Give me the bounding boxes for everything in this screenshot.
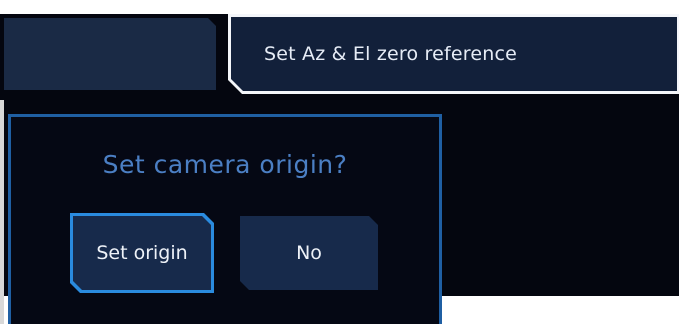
tab-left[interactable] [4,18,216,90]
edge-strip [0,100,4,324]
no-button[interactable]: No [240,216,378,290]
tab-set-zero-reference[interactable]: Set Az & El zero reference [231,17,677,91]
set-origin-button[interactable]: Set origin [73,216,211,290]
screen: Set Az & El zero reference Set camera or… [0,0,679,324]
dialog-title: Set camera origin? [102,150,348,179]
tab-active-label: Set Az & El zero reference [264,43,518,65]
